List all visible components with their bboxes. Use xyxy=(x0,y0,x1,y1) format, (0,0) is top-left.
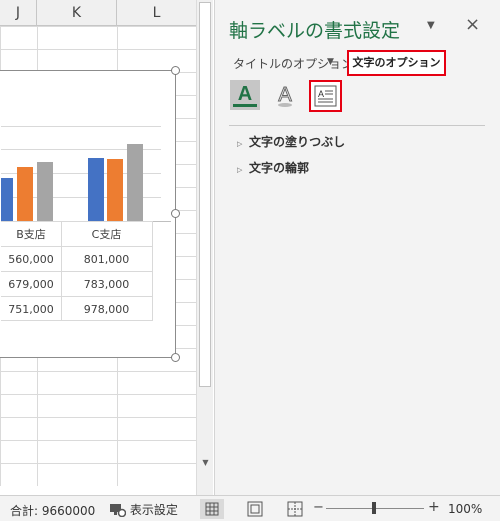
section-label: 文字の輪郭 xyxy=(249,161,310,175)
zoom-out-button[interactable]: − xyxy=(313,500,324,515)
zoom-level[interactable]: 100% xyxy=(448,502,482,516)
table-cell: 679,000 xyxy=(1,271,61,296)
section-text-fill[interactable]: ▷ 文字の塗りつぶし xyxy=(237,133,345,151)
text-fill-outline-icon[interactable]: A xyxy=(230,80,260,110)
format-pane: 軸ラベルの書式設定 ▼ × タイトルのオプション ▼ 文字のオプション A A … xyxy=(214,0,500,495)
chart-resize-handle[interactable] xyxy=(171,66,180,75)
chart-area[interactable]: B支店 C支店 560,000 801,000 679,000 783,000 … xyxy=(0,70,176,358)
expand-arrow-icon: ▷ xyxy=(237,140,243,148)
chart-bar-b-series1[interactable] xyxy=(1,178,13,221)
chevron-down-icon[interactable]: ▼ xyxy=(327,57,334,67)
chevron-down-icon[interactable]: ▼ xyxy=(427,20,435,31)
expand-arrow-icon: ▷ xyxy=(237,166,243,174)
table-header-c: C支店 xyxy=(61,221,152,246)
chart-bar-b-series3[interactable] xyxy=(37,162,53,221)
vertical-scrollbar[interactable]: ▼ xyxy=(196,0,213,495)
table-header-b: B支店 xyxy=(1,221,61,246)
textbox-icon[interactable]: A xyxy=(309,80,342,112)
scroll-down-arrow-icon[interactable]: ▼ xyxy=(199,456,212,470)
chart-gridline xyxy=(1,126,161,127)
svg-text:A: A xyxy=(278,84,292,106)
page-layout-icon xyxy=(247,501,263,517)
svg-text:A: A xyxy=(318,89,324,99)
chart-data-table[interactable]: B支店 C支店 560,000 801,000 679,000 783,000 … xyxy=(1,221,162,321)
table-cell: 783,000 xyxy=(61,271,152,296)
table-cell: 751,000 xyxy=(1,296,61,321)
column-header-l[interactable]: L xyxy=(117,0,196,26)
zoom-in-button[interactable]: + xyxy=(428,499,440,515)
page-layout-view-button[interactable] xyxy=(243,499,267,519)
scrollbar-thumb[interactable] xyxy=(199,2,211,387)
sum-indicator[interactable]: 合計: 9660000 xyxy=(10,502,95,519)
section-label: 文字の塗りつぶし xyxy=(249,135,346,149)
column-header-k[interactable]: K xyxy=(37,0,117,26)
chart-bar-b-series2[interactable] xyxy=(17,167,33,221)
svg-text:A: A xyxy=(238,83,252,105)
chart-resize-handle[interactable] xyxy=(171,209,180,218)
normal-view-button[interactable] xyxy=(200,499,224,519)
grid-icon xyxy=(205,502,219,516)
column-headers: J K L xyxy=(0,0,196,26)
table-divider xyxy=(61,221,62,321)
pane-divider xyxy=(229,125,485,126)
table-cell: 978,000 xyxy=(61,296,152,321)
table-cell: 801,000 xyxy=(61,246,152,271)
chart-bar-c-series2[interactable] xyxy=(107,159,123,221)
tab-text-options[interactable]: 文字のオプション xyxy=(347,50,446,76)
chart-resize-handle[interactable] xyxy=(171,353,180,362)
section-text-outline[interactable]: ▷ 文字の輪郭 xyxy=(237,159,309,177)
close-icon[interactable]: × xyxy=(465,14,480,35)
column-header-j[interactable]: J xyxy=(0,0,37,26)
table-divider xyxy=(152,221,153,321)
display-settings-label: 表示設定 xyxy=(129,503,178,517)
table-cell: 560,000 xyxy=(1,246,61,271)
tab-title-options[interactable]: タイトルのオプション xyxy=(233,55,353,72)
page-break-icon xyxy=(287,501,303,517)
status-bar: 合計: 9660000 表示設定 − + 100% xyxy=(0,495,500,521)
chart-bar-c-series1[interactable] xyxy=(88,158,104,221)
chart-bar-c-series3[interactable] xyxy=(127,144,143,221)
worksheet[interactable]: J K L B支店 C支店 560,000 801,000 679,000 78… xyxy=(0,0,196,495)
display-settings-button[interactable]: 表示設定 xyxy=(110,501,178,518)
display-settings-icon xyxy=(110,504,127,518)
page-break-view-button[interactable] xyxy=(283,499,307,519)
zoom-slider-thumb[interactable] xyxy=(372,502,376,514)
pane-title: 軸ラベルの書式設定 xyxy=(229,20,401,42)
text-effects-icon[interactable]: A xyxy=(270,80,300,110)
